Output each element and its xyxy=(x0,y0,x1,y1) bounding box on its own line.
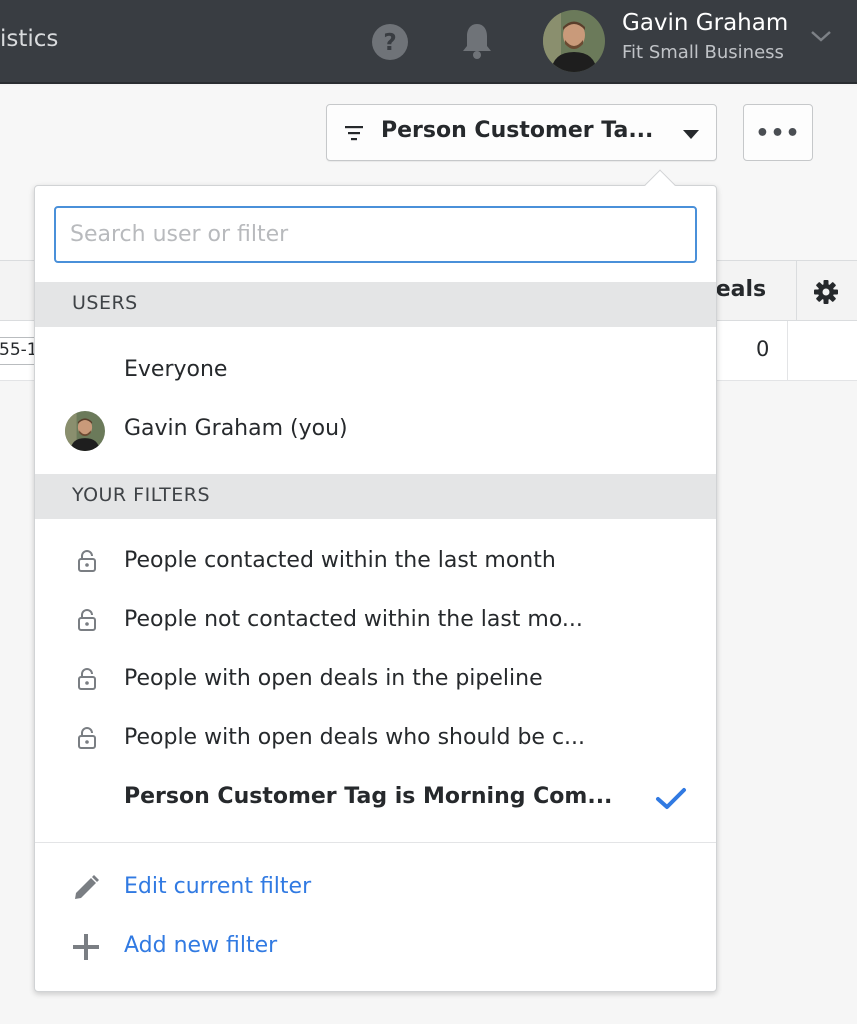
search-input[interactable] xyxy=(54,206,697,263)
filter-option-label: People contacted within the last month xyxy=(124,548,556,573)
top-navigation-bar: istics ? Gavin Graham Fit Small Business xyxy=(0,0,857,84)
nav-tab-statistics[interactable]: istics xyxy=(0,26,58,52)
user-name[interactable]: Gavin Graham xyxy=(622,10,788,36)
filter-option[interactable]: People with open deals in the pipeline xyxy=(35,651,716,710)
section-header-your-filters: YOUR FILTERS xyxy=(35,474,716,519)
bell-icon[interactable] xyxy=(458,21,496,61)
section-header-label: USERS xyxy=(72,292,138,314)
filter-option[interactable]: People not contacted within the last mo.… xyxy=(35,592,716,651)
filter-option-label: Person Customer Tag is Morning Com... xyxy=(124,784,613,809)
filter-option-label: People not contacted within the last mo.… xyxy=(124,607,583,632)
divider xyxy=(35,842,716,843)
user-option-gavin-graham[interactable]: Gavin Graham (you) xyxy=(35,401,716,460)
plus-icon xyxy=(73,934,99,960)
user-avatar[interactable] xyxy=(543,10,605,72)
action-label: Edit current filter xyxy=(124,874,312,899)
filter-option[interactable]: People with open deals who should be c..… xyxy=(35,710,716,769)
filter-option-selected[interactable]: Person Customer Tag is Morning Com... xyxy=(35,769,716,828)
lock-icon xyxy=(78,727,96,749)
column-divider xyxy=(796,261,797,322)
user-option-label: Gavin Graham (you) xyxy=(124,416,348,441)
column-divider xyxy=(787,321,788,381)
section-header-users: USERS xyxy=(35,282,716,327)
avatar xyxy=(65,411,105,451)
help-circle-icon[interactable]: ? xyxy=(371,23,409,61)
action-label: Add new filter xyxy=(124,933,278,958)
user-option-label: Everyone xyxy=(124,357,228,382)
edit-current-filter-button[interactable]: Edit current filter xyxy=(35,859,716,918)
checkmark-icon xyxy=(656,788,686,809)
filter-dropdown: USERS Everyone Gavin Graham (you) YOUR F… xyxy=(34,169,717,992)
user-company: Fit Small Business xyxy=(622,42,784,63)
more-dots-icon: ••• xyxy=(755,121,801,146)
more-actions-button[interactable]: ••• xyxy=(743,104,813,161)
lock-icon xyxy=(78,668,96,690)
filter-option[interactable]: People contacted within the last month xyxy=(35,533,716,592)
table-cell-deals: 0 xyxy=(756,337,770,361)
filter-option-label: People with open deals in the pipeline xyxy=(124,666,543,691)
gear-icon[interactable] xyxy=(813,279,839,305)
section-header-label: YOUR FILTERS xyxy=(72,484,211,506)
filter-select-button[interactable]: Person Customer Ta... xyxy=(326,104,717,161)
svg-text:?: ? xyxy=(383,30,396,56)
caret-down-icon xyxy=(683,130,699,139)
add-new-filter-button[interactable]: Add new filter xyxy=(35,918,716,977)
user-option-everyone[interactable]: Everyone xyxy=(35,342,716,401)
filter-option-label: People with open deals who should be c..… xyxy=(124,725,586,750)
lock-icon xyxy=(78,550,96,572)
filter-icon xyxy=(345,126,363,141)
lock-icon xyxy=(78,609,96,631)
pencil-icon xyxy=(75,875,99,899)
filter-select-label: Person Customer Ta... xyxy=(381,118,654,143)
chevron-down-icon[interactable] xyxy=(809,27,833,45)
